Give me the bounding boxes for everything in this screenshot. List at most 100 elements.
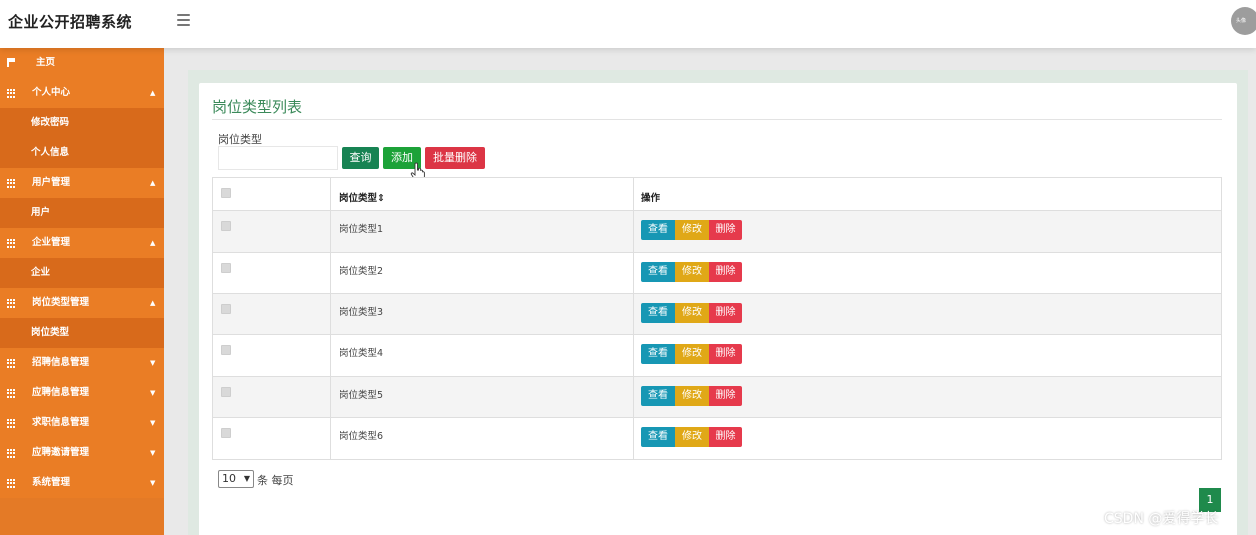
table-row: 岗位类型4 查看 修改 删除 <box>213 335 1221 377</box>
sidebar-item-users[interactable]: 用户 <box>0 198 164 228</box>
sidebar-item-label: 个人中心 <box>32 87 71 98</box>
grid-icon <box>7 389 16 398</box>
table-row: 岗位类型3 查看 修改 删除 <box>213 294 1221 335</box>
chevron-up-icon: ▲ <box>150 239 156 247</box>
title-divider <box>212 119 1222 120</box>
view-button[interactable]: 查看 <box>641 427 675 447</box>
sidebar-group-application-info[interactable]: 应聘信息管理 ▼ <box>0 378 164 408</box>
sidebar-item-label: 用户管理 <box>32 177 71 188</box>
grid-icon <box>7 299 16 308</box>
edit-button[interactable]: 修改 <box>675 303 709 323</box>
view-button[interactable]: 查看 <box>641 344 675 364</box>
search-label: 岗位类型 <box>218 133 262 146</box>
column-header-action: 操作 <box>641 193 661 204</box>
sidebar-group-system-management[interactable]: 系统管理 ▼ <box>0 468 164 498</box>
menu-toggle-icon[interactable] <box>177 14 190 26</box>
bulk-delete-button[interactable]: 批量删除 <box>425 147 485 169</box>
delete-button[interactable]: 删除 <box>709 386 742 406</box>
sidebar-group-personal-center[interactable]: 个人中心 ▲ <box>0 78 164 108</box>
sidebar-item-company[interactable]: 企业 <box>0 258 164 288</box>
table-row: 岗位类型1 查看 修改 删除 <box>213 211 1221 253</box>
chevron-up-icon: ▲ <box>150 299 156 307</box>
row-checkbox[interactable] <box>221 221 231 231</box>
edit-button[interactable]: 修改 <box>675 427 709 447</box>
chevron-down-icon: ▼ <box>150 359 156 367</box>
chevron-up-icon: ▲ <box>150 89 156 97</box>
grid-icon <box>7 179 16 188</box>
app-title: 企业公开招聘系统 <box>8 13 133 31</box>
watermark: CSDN @爱得学长 <box>1104 511 1219 527</box>
job-type-name: 岗位类型5 <box>339 390 384 401</box>
sidebar-item-home[interactable]: 主页 <box>0 48 164 78</box>
edit-button[interactable]: 修改 <box>675 262 709 282</box>
grid-icon <box>7 479 16 488</box>
avatar[interactable]: 头像 <box>1231 7 1256 35</box>
delete-button[interactable]: 删除 <box>709 344 742 364</box>
sidebar-group-user-management[interactable]: 用户管理 ▲ <box>0 168 164 198</box>
job-type-name: 岗位类型3 <box>339 307 384 318</box>
chevron-down-icon: ▼ <box>150 389 156 397</box>
sidebar-item-change-password[interactable]: 修改密码 <box>0 108 164 138</box>
avatar-text: 头像 <box>1236 18 1247 24</box>
flag-icon <box>7 58 15 67</box>
column-divider <box>330 178 331 459</box>
page-size-value: 10 <box>222 472 236 485</box>
sidebar-group-company-management[interactable]: 企业管理 ▲ <box>0 228 164 258</box>
search-input[interactable] <box>218 146 338 170</box>
page-size-select[interactable]: 10 ▼ <box>218 470 254 488</box>
sidebar-item-label: 主页 <box>36 57 56 68</box>
sidebar-item-job-type[interactable]: 岗位类型 <box>0 318 164 348</box>
view-button[interactable]: 查看 <box>641 262 675 282</box>
job-type-name: 岗位类型6 <box>339 431 384 442</box>
delete-button[interactable]: 删除 <box>709 220 742 240</box>
row-checkbox[interactable] <box>221 428 231 438</box>
chevron-down-icon: ▼ <box>150 449 156 457</box>
sidebar-item-label: 系统管理 <box>32 477 71 488</box>
per-page-label: 条 每页 <box>257 474 294 487</box>
table-row: 岗位类型2 查看 修改 删除 <box>213 253 1221 294</box>
table-row: 岗位类型6 查看 修改 删除 <box>213 418 1221 459</box>
grid-icon <box>7 419 16 428</box>
query-button[interactable]: 查询 <box>342 147 379 169</box>
sidebar-item-label: 求职信息管理 <box>32 417 90 428</box>
table-row: 岗位类型5 查看 修改 删除 <box>213 377 1221 418</box>
chevron-down-icon: ▼ <box>150 479 156 487</box>
sidebar-group-recruitment-info[interactable]: 招聘信息管理 ▼ <box>0 348 164 378</box>
view-button[interactable]: 查看 <box>641 303 675 323</box>
grid-icon <box>7 89 16 98</box>
edit-button[interactable]: 修改 <box>675 344 709 364</box>
grid-icon <box>7 449 16 458</box>
job-type-name: 岗位类型4 <box>339 348 384 359</box>
row-checkbox[interactable] <box>221 263 231 273</box>
sidebar-item-label: 应聘邀请管理 <box>32 447 90 458</box>
job-type-name: 岗位类型2 <box>339 266 384 277</box>
delete-button[interactable]: 删除 <box>709 427 742 447</box>
sidebar-item-label: 应聘信息管理 <box>32 387 90 398</box>
grid-icon <box>7 359 16 368</box>
chevron-down-icon: ▼ <box>150 419 156 427</box>
select-all-checkbox[interactable] <box>221 188 231 198</box>
chevron-down-icon: ▼ <box>243 474 250 483</box>
sidebar-group-invitation[interactable]: 应聘邀请管理 ▼ <box>0 438 164 468</box>
job-type-table: 岗位类型⇕ 操作 岗位类型1 查看 修改 删除 岗位类型2 查看 修改 删除 岗… <box>212 177 1222 460</box>
row-checkbox[interactable] <box>221 387 231 397</box>
delete-button[interactable]: 删除 <box>709 303 742 323</box>
edit-button[interactable]: 修改 <box>675 386 709 406</box>
delete-button[interactable]: 删除 <box>709 262 742 282</box>
grid-icon <box>7 239 16 248</box>
column-header-job-type[interactable]: 岗位类型⇕ <box>339 190 385 204</box>
edit-button[interactable]: 修改 <box>675 220 709 240</box>
view-button[interactable]: 查看 <box>641 386 675 406</box>
sidebar-item-personal-info[interactable]: 个人信息 <box>0 138 164 168</box>
sidebar-group-job-type-management[interactable]: 岗位类型管理 ▲ <box>0 288 164 318</box>
sidebar-item-label: 企业管理 <box>32 237 71 248</box>
sidebar-group-job-seeking-info[interactable]: 求职信息管理 ▼ <box>0 408 164 438</box>
row-checkbox[interactable] <box>221 345 231 355</box>
job-type-name: 岗位类型1 <box>339 224 384 235</box>
row-checkbox[interactable] <box>221 304 231 314</box>
top-header: 企业公开招聘系统 头像 <box>0 0 1256 48</box>
page-title: 岗位类型列表 <box>212 98 303 116</box>
sidebar-item-label: 招聘信息管理 <box>32 357 90 368</box>
view-button[interactable]: 查看 <box>641 220 675 240</box>
sidebar: 主页 个人中心 ▲ 修改密码 个人信息 用户管理 ▲ 用户 企业管理 ▲ 企业 … <box>0 48 164 535</box>
